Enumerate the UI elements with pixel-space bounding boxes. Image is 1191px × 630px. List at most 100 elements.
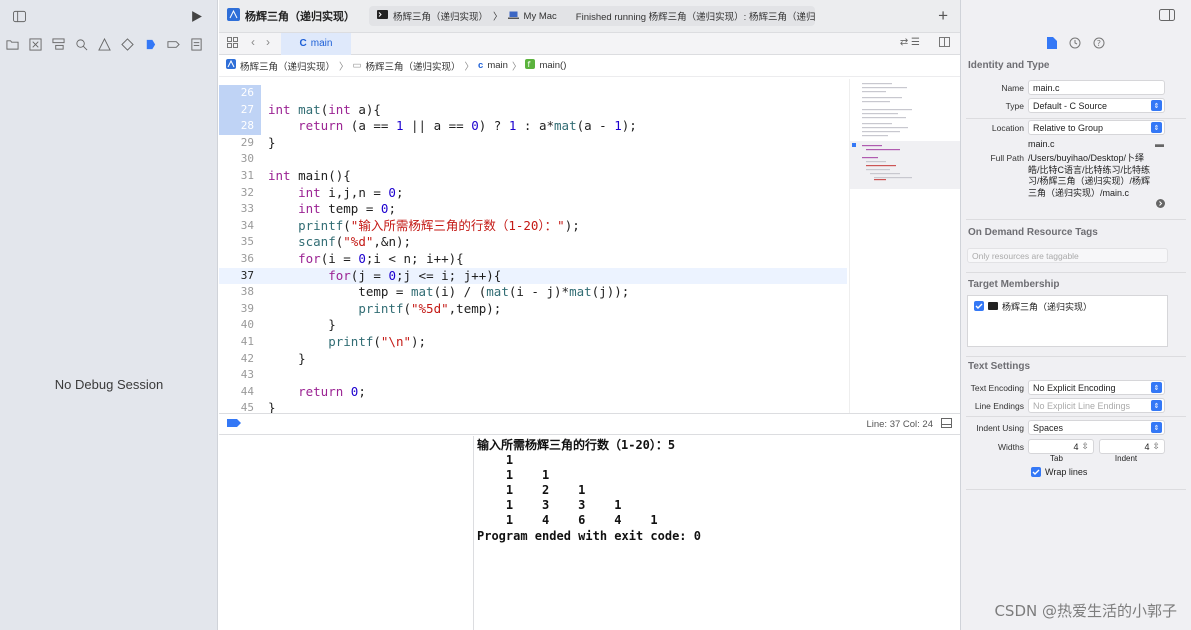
indent-value: Spaces xyxy=(1033,422,1064,433)
help-inspector-icon[interactable]: ? xyxy=(1093,37,1105,52)
window-toolbar: 杨辉三角（递归实现） 杨辉三角（递归实现） 〉 My Mac Finished … xyxy=(219,0,960,33)
code-token: (a - xyxy=(576,118,615,134)
breakpoint-icon[interactable] xyxy=(164,35,182,53)
related-items-icon[interactable]: ⇄ ☰ xyxy=(900,37,920,48)
line-number[interactable]: 32 xyxy=(219,185,261,202)
issue-icon[interactable] xyxy=(95,35,113,53)
find-icon[interactable] xyxy=(72,35,90,53)
code-token: main(){ xyxy=(290,168,351,183)
endings-select[interactable]: No Explicit Line Endings ⇕ xyxy=(1028,398,1165,413)
scheme-selector[interactable]: 杨辉三角（递归实现） xyxy=(227,8,355,24)
code-line[interactable]: 28 return (a == 1 || a == 0) ? 1 : a*mat… xyxy=(219,118,847,135)
line-number[interactable]: 26 xyxy=(219,85,261,102)
indent-select[interactable]: Spaces ⇕ xyxy=(1028,420,1165,435)
folder-icon[interactable] xyxy=(3,35,21,53)
code-line[interactable]: 38 temp = mat(i) / (mat(i - j)*mat(j)); xyxy=(219,284,847,301)
line-number[interactable]: 27 xyxy=(219,101,261,119)
play-icon[interactable] xyxy=(187,8,205,26)
code-line[interactable]: 43 xyxy=(219,367,847,384)
line-number[interactable]: 44 xyxy=(219,384,261,401)
symbol-icon[interactable] xyxy=(49,35,67,53)
stepper-icon[interactable]: ⇳ xyxy=(1152,441,1160,452)
line-number[interactable]: 34 xyxy=(219,218,261,235)
reveal-arrow-icon[interactable] xyxy=(1156,199,1165,211)
line-number[interactable]: 31 xyxy=(219,168,261,185)
popup-arrow-icon: ⇕ xyxy=(1151,422,1162,433)
line-number[interactable]: 39 xyxy=(219,301,261,318)
code-line[interactable]: 34 printf("输入所需杨辉三角的行数（1-20）："); xyxy=(219,218,847,235)
encoding-select[interactable]: No Explicit Encoding ⇕ xyxy=(1028,380,1165,395)
source-control-icon[interactable] xyxy=(26,35,44,53)
jump-project[interactable]: 杨辉三角（递归实现） xyxy=(240,59,335,73)
line-number[interactable]: 28 xyxy=(219,118,261,135)
code-line[interactable]: 45} xyxy=(219,400,847,413)
source-editor[interactable]: 26 27 int mat(int a){28 return (a == 1 || … xyxy=(219,79,960,413)
code-line[interactable]: 30 xyxy=(219,151,847,168)
console-toggle-icon[interactable] xyxy=(941,417,952,431)
history-inspector-icon[interactable] xyxy=(1069,37,1081,52)
line-number[interactable]: 43 xyxy=(219,367,261,384)
tab-width-field[interactable]: 4 ⇳ xyxy=(1028,439,1094,454)
run-target[interactable]: 杨辉三角（递归实现） xyxy=(393,9,488,23)
add-icon[interactable]: + xyxy=(938,6,948,26)
divider xyxy=(966,489,1186,490)
name-field[interactable]: main.c xyxy=(1028,80,1165,95)
sidebar-left-icon[interactable] xyxy=(10,8,28,26)
line-number[interactable]: 38 xyxy=(219,284,261,301)
code-line[interactable]: 29} xyxy=(219,135,847,152)
indent-width-field[interactable]: 4 ⇳ xyxy=(1099,439,1165,454)
line-number[interactable]: 37 xyxy=(219,268,261,285)
minimap[interactable] xyxy=(849,79,960,413)
line-number[interactable]: 30 xyxy=(219,151,261,168)
checkbox-checked-icon[interactable] xyxy=(974,300,984,313)
forward-icon[interactable]: › xyxy=(266,35,270,49)
code-line[interactable]: 31 int main(){ xyxy=(219,168,847,185)
back-icon[interactable]: ‹ xyxy=(251,35,255,49)
code-token: ; xyxy=(388,201,396,217)
code-line[interactable]: 41 printf("\n"); xyxy=(219,334,847,351)
code-line[interactable]: 40 } xyxy=(219,317,847,334)
jump-group[interactable]: 杨辉三角（递归实现） xyxy=(366,59,461,73)
no-debug-session-message: No Debug Session xyxy=(54,377,164,392)
wrap-lines-checkbox[interactable]: Wrap lines xyxy=(1031,467,1087,477)
report-icon[interactable] xyxy=(187,35,205,53)
code-line[interactable]: 42 } xyxy=(219,351,847,368)
tab-main[interactable]: C main xyxy=(281,32,351,55)
jump-symbol[interactable]: main() xyxy=(539,60,566,71)
jump-file[interactable]: main xyxy=(487,60,508,71)
code-line[interactable]: 39 printf("%5d",temp); xyxy=(219,301,847,318)
code-line[interactable]: 26 xyxy=(219,85,847,102)
stepper-icon[interactable]: ⇳ xyxy=(1081,441,1089,452)
breakpoint-toggle-icon[interactable] xyxy=(227,418,241,430)
line-number[interactable]: 41 xyxy=(219,334,261,351)
code-line[interactable]: 27 int mat(int a){ xyxy=(219,101,847,119)
code-line[interactable]: 36 for(i = 0;i < n; i++){ xyxy=(219,251,847,268)
test-icon[interactable] xyxy=(118,35,136,53)
type-select[interactable]: Default - C Source ⇕ xyxy=(1028,98,1165,113)
debug-icon[interactable] xyxy=(141,35,159,53)
code-line[interactable]: 44 return 0; xyxy=(219,384,847,401)
file-inspector-icon[interactable] xyxy=(1047,36,1057,52)
line-number[interactable]: 45 xyxy=(219,400,261,413)
code-line[interactable]: 33 int temp = 0; xyxy=(219,201,847,218)
odr-tags-field[interactable]: Only resources are taggable xyxy=(967,248,1168,263)
line-number[interactable]: 33 xyxy=(219,201,261,218)
line-number[interactable]: 42 xyxy=(219,351,261,368)
split-editor-icon[interactable] xyxy=(939,37,950,50)
line-number[interactable]: 36 xyxy=(219,251,261,268)
code-line[interactable]: 35 scanf("%d",&n); xyxy=(219,234,847,251)
folder-icon[interactable]: ▬ xyxy=(1155,139,1164,149)
code-line[interactable]: 32 int i,j,n = 0; xyxy=(219,185,847,202)
run-destination[interactable]: My Mac xyxy=(524,11,557,22)
line-number[interactable]: 29 xyxy=(219,135,261,152)
line-number[interactable]: 40 xyxy=(219,317,261,334)
console-output[interactable]: 输入所需杨辉三角的行数（1-20）：5 1 1 1 1 2 1 1 3 3 1 … xyxy=(475,436,960,630)
target-item[interactable]: 杨辉三角（递归实现） xyxy=(968,296,1167,317)
code-line[interactable]: 37 for(j = 0;j <= i; j++){ xyxy=(219,267,847,285)
location-select[interactable]: Relative to Group ⇕ xyxy=(1028,120,1165,135)
line-number[interactable]: 35 xyxy=(219,234,261,251)
sidebar-right-icon[interactable] xyxy=(1159,9,1175,24)
grid-icon[interactable] xyxy=(227,37,238,51)
